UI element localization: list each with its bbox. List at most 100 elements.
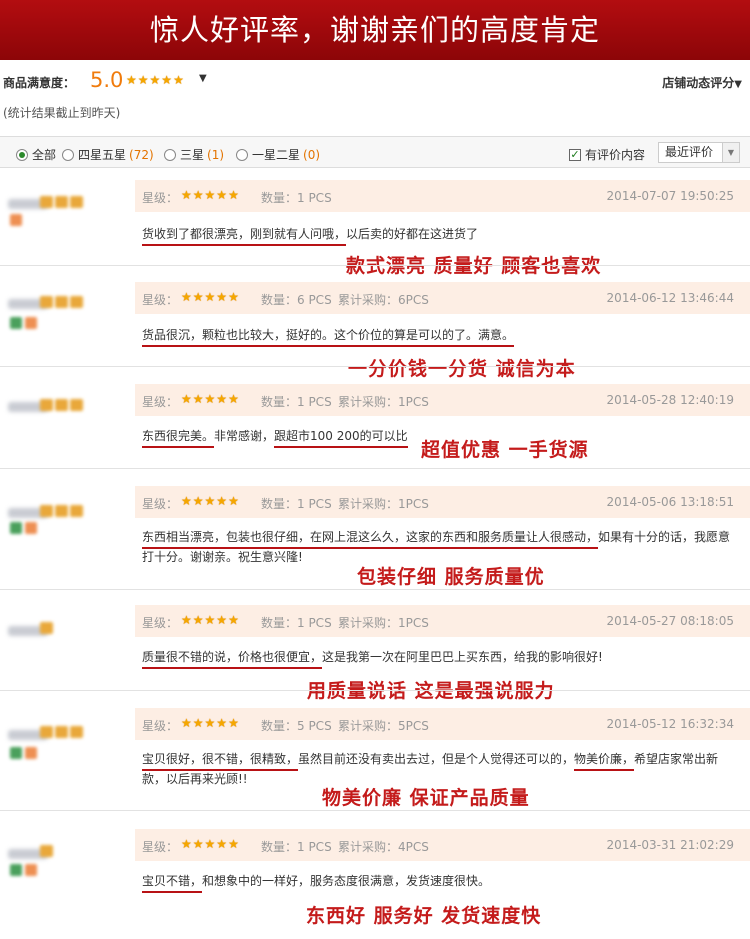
review-meta: 星级： ★ ★ ★ ★ ★ 数量：6 PCS 累计采购：6PCS 2014-06-12 … (135, 282, 750, 314)
quantity: 数量：5 PCS (261, 719, 332, 733)
star-icon: ★ (181, 494, 192, 508)
buyer-icon (10, 522, 37, 534)
cumulative-purchase: 累计采购：1PCS (338, 616, 429, 630)
highlight-text: 超值优惠 一手货源 (421, 439, 589, 461)
review-stars: ★ ★ ★ ★ ★ (181, 393, 239, 405)
review-item: 星级： ★ ★ ★ ★ ★ 数量：1 PCS 累计采购：1PCS 2014-05-06 … (0, 469, 750, 589)
star-icon: ★ (173, 73, 184, 87)
star-icon: ★ (181, 613, 192, 627)
review-item: 星级： ★ ★ ★ ★ ★ 数量：6 PCS 累计采购：6PCS 2014-06-12 … (0, 266, 750, 380)
star-icon: ★ (204, 290, 216, 304)
review-text: 质量很不错的说，价格也很便宜，这是我第一次在阿里巴巴上买东西，给我的影响很好! (142, 647, 742, 669)
review-item: 星级： ★ ★ ★ ★ ★ 数量：1 PCS 2014-07-07 19:50:25 货… (0, 168, 750, 277)
star-icon: ★ (216, 837, 228, 851)
star-icon: ★ (228, 494, 239, 508)
cumulative-purchase: 累计采购：4PCS (338, 840, 429, 854)
sort-select[interactable]: 最近评价 ▼ (658, 142, 740, 163)
highlight-text: 东西好 服务好 发货速度快 (306, 905, 542, 927)
checkbox-icon: ✓ (569, 147, 581, 161)
star-icon: ★ (192, 494, 204, 508)
star-icon: ★ (126, 73, 137, 87)
quantity: 数量：1 PCS (261, 616, 332, 630)
star-icon: ★ (192, 613, 204, 627)
review-text: 东西相当漂亮，包装也很仔细，在网上混这么久，这家的东西和服务质量让人很感动，如果… (142, 530, 731, 564)
star-icon: ★ (181, 837, 192, 851)
buyer-badge (40, 622, 53, 634)
filter-one-two-radio[interactable]: 一星二星 (0) (236, 146, 320, 163)
satisfaction-score: 5.0 (90, 68, 124, 92)
star-icon: ★ (216, 494, 228, 508)
star-icon: ★ (228, 613, 239, 627)
star-icon: ★ (192, 188, 204, 202)
review-date: 2014-05-28 12:40:19 (606, 393, 734, 407)
review-text: 货收到了都很漂亮，刚到就有人问哦，以后卖的好都在这进货了 (142, 224, 742, 246)
buyer-badge (40, 399, 83, 411)
review-meta: 星级： ★ ★ ★ ★ ★ 数量：1 PCS 2014-07-07 19:50:25 (135, 180, 750, 212)
highlight-text: 包装仔细 服务质量优 (357, 566, 545, 588)
quantity: 数量：1 PCS (261, 191, 332, 205)
star-icon: ★ (204, 613, 216, 627)
buyer-badge (40, 726, 83, 738)
star-icon: ★ (149, 73, 161, 87)
star-icon: ★ (204, 494, 216, 508)
star-icon: ★ (192, 716, 204, 730)
filter-four-five-radio[interactable]: 四星五星 (72) (62, 146, 154, 163)
filter-three-radio[interactable]: 三星 (1) (164, 146, 224, 163)
review-meta: 星级： ★ ★ ★ ★ ★ 数量：5 PCS 累计采购：5PCS 2014-05-12 … (135, 708, 750, 740)
star-icon: ★ (216, 613, 228, 627)
chevron-down-icon[interactable]: ▼ (199, 73, 207, 84)
star-icon: ★ (192, 392, 204, 406)
star-icon: ★ (216, 290, 228, 304)
review-date: 2014-06-12 13:46:44 (606, 291, 734, 305)
star-icon: ★ (228, 392, 239, 406)
quantity: 数量：1 PCS (261, 840, 332, 854)
star-icon: ★ (204, 716, 216, 730)
review-date: 2014-05-06 13:18:51 (606, 495, 734, 509)
buyer-icon (10, 864, 37, 876)
review-date: 2014-05-12 16:32:34 (606, 717, 734, 731)
star-icon: ★ (181, 188, 192, 202)
review-stars: ★ ★ ★ ★ ★ (181, 717, 239, 729)
quantity: 数量：1 PCS (261, 497, 332, 511)
quantity: 数量：6 PCS (261, 293, 332, 307)
cumulative-purchase: 累计采购：5PCS (338, 719, 429, 733)
highlight-text: 物美价廉 保证产品质量 (322, 787, 530, 809)
review-meta: 星级： ★ ★ ★ ★ ★ 数量：1 PCS 累计采购：4PCS 2014-03-31 … (135, 829, 750, 861)
review-date: 2014-07-07 19:50:25 (606, 189, 734, 203)
chevron-down-icon: ▼ (734, 79, 742, 90)
star-icon: ★ (228, 837, 239, 851)
review-item: 星级： ★ ★ ★ ★ ★ 数量：1 PCS 累计采购：4PCS 2014-03-31 … (0, 811, 750, 939)
buyer-icon (10, 214, 22, 226)
review-meta: 星级： ★ ★ ★ ★ ★ 数量：1 PCS 累计采购：1PCS 2014-05-06 … (135, 486, 750, 518)
review-stars: ★ ★ ★ ★ ★ (181, 838, 239, 850)
review-item: 星级： ★ ★ ★ ★ ★ 数量：5 PCS 累计采购：5PCS 2014-05-12 … (0, 691, 750, 810)
review-meta: 星级： ★ ★ ★ ★ ★ 数量：1 PCS 累计采购：1PCS 2014-05-28 … (135, 384, 750, 416)
star-icon: ★ (181, 392, 192, 406)
chevron-down-icon: ▼ (722, 143, 739, 162)
stats-note: (统计结果截止到昨天) (3, 106, 121, 120)
star-icon: ★ (161, 73, 173, 87)
filter-bar: 全部 四星五星 (72) 三星 (1) 一星二星 (0) ✓ 有评价内容 最近评价 ▼ (0, 136, 750, 168)
review-stars: ★ ★ ★ ★ ★ (181, 189, 239, 201)
has-content-checkbox[interactable]: ✓ 有评价内容 (569, 146, 645, 163)
radio-icon (16, 148, 28, 161)
cumulative-purchase: 累计采购：6PCS (338, 293, 429, 307)
radio-icon (62, 148, 74, 161)
buyer-badge (40, 845, 53, 857)
radio-icon (164, 148, 176, 161)
filter-all-radio[interactable]: 全部 (16, 146, 56, 163)
cumulative-purchase: 累计采购：1PCS (338, 497, 429, 511)
star-icon: ★ (204, 837, 216, 851)
shop-rating-dropdown[interactable]: 店铺动态评分▼ (662, 74, 742, 91)
buyer-badge (40, 505, 83, 517)
review-text: 宝贝不错，和想象中的一样好，服务态度很满意，发货速度很快。 (142, 871, 742, 893)
buyer-badge (40, 196, 83, 208)
review-date: 2014-03-31 21:02:29 (606, 838, 734, 852)
star-icon: ★ (137, 73, 149, 87)
star-icon: ★ (204, 188, 216, 202)
star-icon: ★ (204, 392, 216, 406)
buyer-icon (10, 317, 37, 329)
buyer-icon (10, 747, 37, 759)
review-stars: ★ ★ ★ ★ ★ (181, 614, 239, 626)
star-icon: ★ (192, 837, 204, 851)
